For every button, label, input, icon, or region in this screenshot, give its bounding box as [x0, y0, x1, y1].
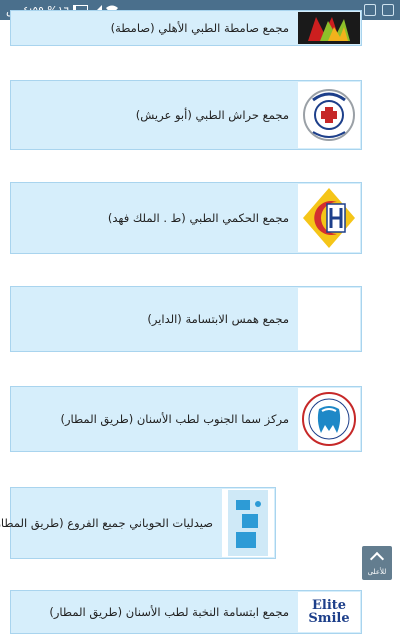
- list-item[interactable]: مجمع حراش الطبي (أبو عريش): [10, 80, 362, 150]
- status-right: [364, 4, 394, 16]
- place-name: مجمع صامطة الطبي الأهلي (صامطة): [110, 21, 289, 35]
- place-name: مركز سما الجنوب لطب الأسنان (طريق المطار…: [60, 412, 289, 426]
- list-item[interactable]: مركز سما الجنوب لطب الأسنان (طريق المطار…: [10, 386, 362, 452]
- notification-icon-2: [382, 4, 394, 16]
- place-name: مجمع ابتسامة النخبة لطب الأسنان (طريق ال…: [49, 605, 289, 619]
- chevron-up-icon: [369, 551, 385, 567]
- elite-smile-logo-icon: Elite Smile: [298, 592, 360, 632]
- samtah-logo-icon: [298, 12, 360, 44]
- pharmacy-logo-icon: [222, 489, 274, 557]
- list-item[interactable]: مجمع همس الابتسامة (الداير): [10, 286, 362, 352]
- elite-smile-logo-text-2: Smile: [308, 611, 350, 626]
- harash-logo-icon: [298, 82, 360, 148]
- notification-icon-1: [364, 4, 376, 16]
- hakami-logo-icon: [298, 184, 360, 252]
- place-name: صيدليات الحوباني جميع الفروع (طريق المطا…: [0, 516, 213, 530]
- place-name: مجمع حراش الطبي (أبو عريش): [135, 108, 289, 122]
- red-crescent-icon: [298, 288, 360, 350]
- list-item[interactable]: مجمع صامطة الطبي الأهلي (صامطة): [10, 10, 362, 46]
- place-name: مجمع الحكمي الطبي (ط . الملك فهد): [107, 211, 289, 225]
- place-name: مجمع همس الابتسامة (الداير): [147, 312, 289, 326]
- list-item[interactable]: مجمع الحكمي الطبي (ط . الملك فهد): [10, 182, 362, 254]
- tooth-logo-icon: [298, 388, 360, 450]
- scroll-top-button[interactable]: للأعلى: [362, 546, 392, 580]
- scroll-top-label: للأعلى: [367, 568, 387, 576]
- list-item[interactable]: Elite Smile مجمع ابتسامة النخبة لطب الأس…: [10, 590, 362, 634]
- list-item[interactable]: صيدليات الحوباني جميع الفروع (طريق المطا…: [0, 487, 276, 559]
